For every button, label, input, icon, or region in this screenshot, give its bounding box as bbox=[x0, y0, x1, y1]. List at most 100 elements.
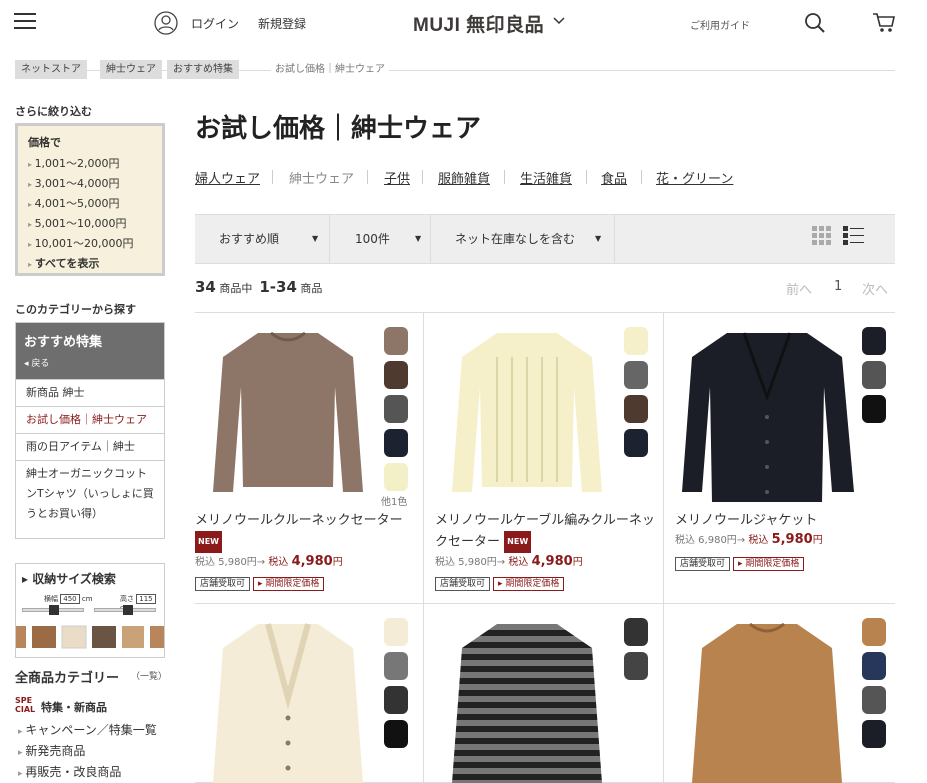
page-number[interactable]: 1 bbox=[834, 279, 842, 294]
product-name-text: メリノウールジャケット bbox=[675, 513, 818, 528]
color-swatch[interactable] bbox=[624, 652, 648, 680]
price-now-value: 4,980 bbox=[531, 554, 573, 569]
category-item[interactable]: 紳士オーガニックコットンTシャツ（いっしょに買うとお買い得） bbox=[16, 460, 164, 527]
price-filter-item[interactable]: 5,001～10,000円 bbox=[28, 214, 152, 234]
tab-women[interactable]: 婦人ウェア bbox=[195, 168, 260, 187]
product-image[interactable] bbox=[682, 327, 857, 502]
next-page-link[interactable]: 次へ bbox=[862, 279, 888, 298]
back-link[interactable]: ◂ 戻る bbox=[24, 356, 156, 369]
tab-food[interactable]: 食品 bbox=[601, 168, 627, 187]
color-swatch[interactable] bbox=[384, 618, 408, 646]
color-swatch[interactable] bbox=[624, 395, 648, 423]
color-swatch[interactable] bbox=[384, 463, 408, 491]
muji-logo[interactable]: MUJI 無印良品 bbox=[413, 10, 544, 37]
price-now-value: 5,980 bbox=[771, 532, 813, 547]
color-swatch[interactable] bbox=[384, 361, 408, 389]
list-view-icon[interactable] bbox=[843, 226, 865, 248]
breadcrumb: ネットストア 紳士ウェア おすすめ特集 お試し価格｜紳士ウェア bbox=[15, 60, 895, 79]
product-name[interactable]: メリノウールクルーネックセーター NEW bbox=[195, 511, 417, 553]
storage-size-search[interactable]: ▸ 収納サイズ検索 横幅 450 cm 高さ 115 cm bbox=[15, 563, 165, 658]
product-name[interactable]: メリノウールケーブル編みクルーネックセーター NEW bbox=[435, 511, 657, 553]
category-item[interactable]: 雨の日アイテム｜紳士 bbox=[16, 433, 164, 460]
price-filter-item[interactable]: 10,001～20,000円 bbox=[28, 234, 152, 254]
price-yen: 円 bbox=[812, 535, 823, 546]
price-filter-all[interactable]: すべてを表示 bbox=[28, 254, 152, 274]
tab-flowers[interactable]: 花・グリーン bbox=[656, 168, 733, 187]
search-icon[interactable] bbox=[804, 12, 826, 34]
store-pickup-tag: 店舗受取可 bbox=[675, 557, 731, 571]
product-image[interactable] bbox=[452, 618, 602, 783]
color-swatch[interactable] bbox=[624, 361, 648, 389]
color-swatch[interactable] bbox=[862, 618, 886, 646]
color-swatch[interactable] bbox=[384, 720, 408, 748]
stock-select[interactable]: ネット在庫なしを含む ▼ bbox=[431, 215, 615, 263]
cart-icon[interactable] bbox=[872, 12, 896, 34]
prev-page-link[interactable]: 前へ bbox=[786, 279, 812, 298]
price-filter-item[interactable]: 3,001～4,000円 bbox=[28, 174, 152, 194]
tab-accessories[interactable]: 服飾雑貨 bbox=[438, 168, 490, 187]
height-slider[interactable] bbox=[94, 605, 156, 615]
color-swatch[interactable] bbox=[862, 720, 886, 748]
product-image[interactable] bbox=[213, 327, 363, 502]
product-card[interactable] bbox=[195, 604, 424, 783]
count-total: 34 bbox=[195, 278, 216, 296]
price-now: 税込 5,980円 bbox=[748, 532, 823, 547]
color-swatch[interactable] bbox=[624, 327, 648, 355]
sort-select[interactable]: おすすめ順 ▼ bbox=[195, 215, 330, 263]
product-card[interactable] bbox=[424, 604, 664, 783]
color-swatch[interactable] bbox=[384, 652, 408, 680]
product-card[interactable]: 他1色 メリノウールクルーネックセーター NEW 税込 5,980円→ 税込 4,… bbox=[195, 312, 424, 604]
caret-down-icon: ▼ bbox=[312, 234, 319, 243]
breadcrumb-item[interactable]: 紳士ウェア bbox=[100, 60, 162, 79]
product-image[interactable] bbox=[213, 618, 363, 783]
color-swatch[interactable] bbox=[862, 327, 886, 355]
slider-handle[interactable] bbox=[123, 605, 133, 615]
guide-link[interactable]: ご利用ガイド bbox=[690, 17, 750, 32]
caret-down-icon: ▼ bbox=[415, 234, 422, 243]
sidebar-link-new[interactable]: 新発売商品 bbox=[18, 742, 85, 759]
tab-kids[interactable]: 子供 bbox=[384, 168, 410, 187]
breadcrumb-current: お試し価格｜紳士ウェア bbox=[271, 60, 389, 79]
price-filter-item[interactable]: 1,001～2,000円 bbox=[28, 154, 152, 174]
color-swatch[interactable] bbox=[862, 361, 886, 389]
breadcrumb-item[interactable]: おすすめ特集 bbox=[167, 60, 239, 79]
color-swatch[interactable] bbox=[384, 395, 408, 423]
category-item-active[interactable]: お試し価格｜紳士ウェア bbox=[16, 406, 164, 433]
sidebar-link-campaign[interactable]: キャンペーン／特集一覧 bbox=[18, 721, 156, 738]
all-categories-list-link[interactable]: （一覧） bbox=[131, 669, 167, 682]
tab-living[interactable]: 生活雑貨 bbox=[520, 168, 572, 187]
color-swatch[interactable] bbox=[384, 686, 408, 714]
slider-handle[interactable] bbox=[49, 605, 59, 615]
product-image[interactable] bbox=[692, 618, 842, 783]
category-item[interactable]: 新商品 紳士 bbox=[16, 379, 164, 406]
refine-title: さらに絞り込む bbox=[15, 105, 92, 118]
price-yen: 円 bbox=[572, 557, 583, 568]
sidebar-link-resale[interactable]: 再販売・改良商品 bbox=[18, 763, 121, 780]
signup-link[interactable]: 新規登録 bbox=[258, 15, 306, 32]
size-width-value: 450 bbox=[60, 594, 80, 604]
product-name[interactable]: メリノウールジャケット bbox=[675, 511, 890, 531]
color-swatch[interactable] bbox=[624, 429, 648, 457]
color-swatch[interactable] bbox=[862, 652, 886, 680]
color-swatch[interactable] bbox=[862, 395, 886, 423]
tab-men[interactable]: 紳士ウェア bbox=[289, 168, 354, 187]
color-swatch[interactable] bbox=[384, 429, 408, 457]
grid-view-icon[interactable] bbox=[812, 226, 832, 248]
per-page-select[interactable]: 100件 ▼ bbox=[330, 215, 431, 263]
width-slider[interactable] bbox=[22, 605, 84, 615]
product-tags: 店舗受取可 ▸ 期間限定価格 bbox=[195, 577, 327, 591]
user-icon[interactable] bbox=[154, 11, 178, 35]
product-card[interactable]: メリノウールジャケット 税込 6,980円→ 税込 5,980円 店舗受取可 ▸ … bbox=[664, 312, 895, 604]
color-swatch[interactable] bbox=[862, 686, 886, 714]
login-link[interactable]: ログイン bbox=[191, 15, 239, 32]
menu-icon[interactable] bbox=[14, 13, 36, 31]
price-filter-item[interactable]: 4,001～5,000円 bbox=[28, 194, 152, 214]
product-image[interactable] bbox=[452, 327, 602, 502]
breadcrumb-item[interactable]: ネットストア bbox=[15, 60, 87, 79]
product-card[interactable] bbox=[664, 604, 895, 783]
price-was: 税込 5,980円→ bbox=[195, 557, 266, 568]
product-card[interactable]: メリノウールケーブル編みクルーネックセーター NEW 税込 5,980円→ 税込… bbox=[424, 312, 664, 604]
color-swatch[interactable] bbox=[624, 618, 648, 646]
chevron-down-icon[interactable] bbox=[552, 16, 566, 26]
color-swatch[interactable] bbox=[384, 327, 408, 355]
